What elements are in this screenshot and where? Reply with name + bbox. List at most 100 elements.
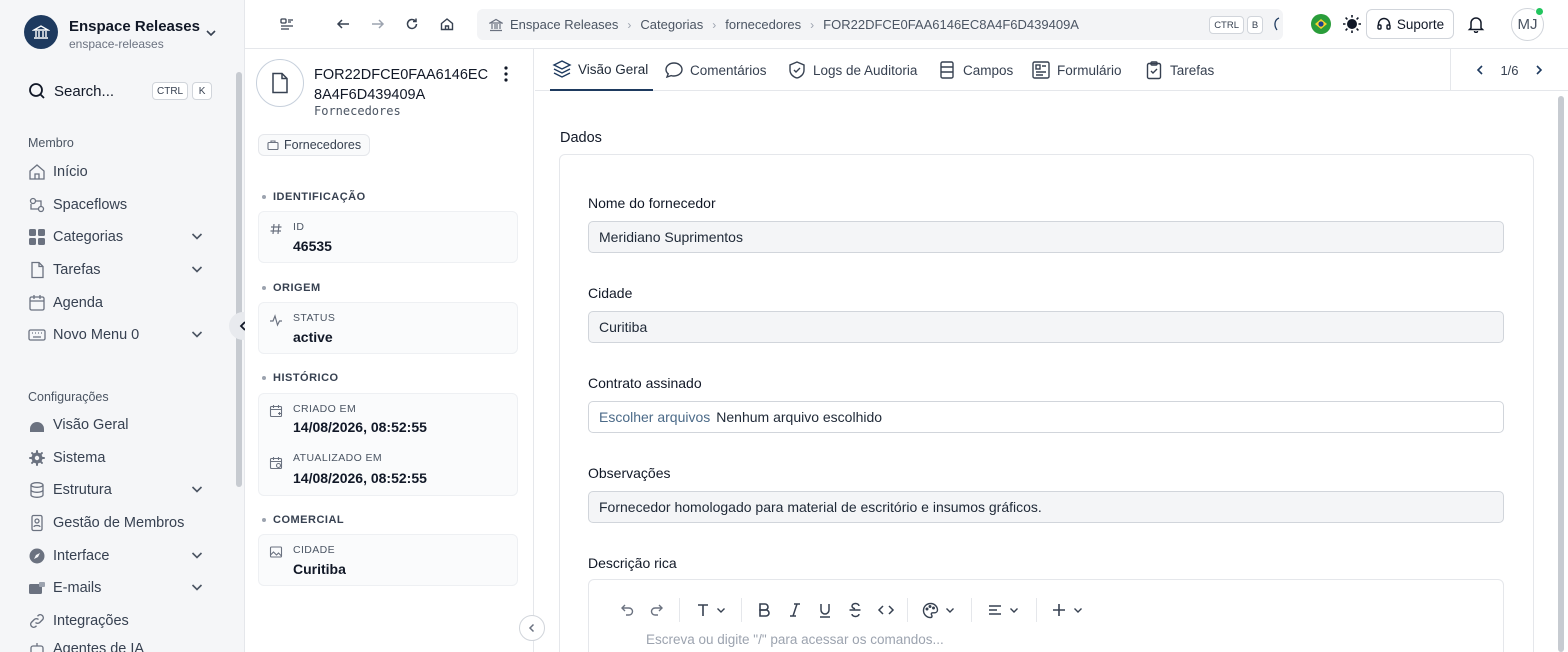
tab-comentarios[interactable]: Comentários <box>664 49 767 91</box>
underline-icon[interactable] <box>816 598 834 622</box>
chevron-down-icon <box>716 605 726 615</box>
record-menu-kebab-icon[interactable] <box>498 65 514 83</box>
tab-visao-geral[interactable]: Visão Geral <box>550 49 653 91</box>
sidebar-item-label: Categorias <box>53 229 124 245</box>
support-button[interactable]: Suporte <box>1366 9 1454 39</box>
sidebar-item-emails[interactable]: E-mails <box>28 576 208 600</box>
search-shortcut-k: K <box>192 82 213 100</box>
sidebar-item-label: Agentes de IA <box>53 641 145 652</box>
next-record-chevron-right-icon[interactable] <box>1533 64 1545 76</box>
tab-formulario[interactable]: Formulário <box>1031 49 1122 91</box>
chevron-down-icon[interactable] <box>190 327 204 341</box>
sidebar-item-spaceflows[interactable]: Spaceflows <box>28 193 208 217</box>
city-input[interactable]: Curitiba <box>588 311 1504 343</box>
bold-icon[interactable] <box>755 598 773 622</box>
sidebar-item-integracoes[interactable]: Integrações <box>28 609 208 633</box>
comment-icon <box>664 60 684 80</box>
toolbar-divider <box>971 598 972 622</box>
sidebar-item-tarefas[interactable]: Tarefas <box>28 258 208 282</box>
breadcrumb-item[interactable]: Categorias <box>640 17 703 32</box>
sidebar-item-estrutura[interactable]: Estrutura <box>28 478 208 502</box>
field-value: 14/08/2026, 08:52:55 <box>293 419 427 435</box>
breadcrumb-item[interactable]: Enspace Releases <box>510 17 618 32</box>
field-key: CRIADO EM <box>293 403 357 415</box>
database-icon <box>28 481 46 499</box>
notifications-bell-icon[interactable] <box>1467 15 1485 33</box>
contract-file-input[interactable]: Escolher arquivos Nenhum arquivo escolhi… <box>588 401 1504 433</box>
layout-icon <box>280 18 293 30</box>
italic-icon[interactable] <box>786 598 804 622</box>
sidebar-item-visao-geral[interactable]: Visão Geral <box>28 413 208 437</box>
field-value: 14/08/2026, 08:52:55 <box>293 470 427 486</box>
sidebar-item-label: Novo Menu 0 <box>53 327 140 343</box>
tab-campos[interactable]: Campos <box>937 49 1013 91</box>
sidebar-item-label: Gestão de Membros <box>53 515 185 531</box>
sidebar-search[interactable]: Search... CTRL K <box>28 80 213 102</box>
sidebar-item-inicio[interactable]: Início <box>28 160 208 184</box>
calendar-plus-icon <box>269 404 283 418</box>
search-label: Search... <box>54 82 115 100</box>
forward-button[interactable] <box>367 13 389 35</box>
record-title: FOR22DFCE0FAA6146EC8A4F6D439409A <box>314 67 489 103</box>
tab-tarefas[interactable]: Tarefas <box>1144 49 1214 91</box>
field-value: Curitiba <box>293 561 346 577</box>
language-flag-icon[interactable] <box>1311 14 1331 34</box>
sidebar-section-member: Membro <box>28 136 74 150</box>
sidebar-item-sistema[interactable]: Sistema <box>28 446 208 470</box>
color-dropdown[interactable] <box>918 598 958 622</box>
org-logo <box>24 15 58 49</box>
align-dropdown[interactable] <box>983 598 1023 622</box>
undo-icon[interactable] <box>618 598 636 622</box>
chevron-down-icon[interactable] <box>190 482 204 496</box>
sidebar-item-interface[interactable]: Interface <box>28 544 208 568</box>
sidebar-item-agenda[interactable]: Agenda <box>28 291 208 315</box>
field-label: Descrição rica <box>588 555 677 571</box>
text-style-dropdown[interactable] <box>691 598 729 622</box>
sidebar-item-label: Tarefas <box>53 262 101 278</box>
tab-label: Tarefas <box>1170 62 1215 78</box>
home-button[interactable] <box>436 13 458 35</box>
tab-logs-auditoria[interactable]: Logs de Auditoria <box>787 49 917 91</box>
detail-panel-collapse-button[interactable] <box>519 615 545 641</box>
field-key: CIDADE <box>293 544 336 556</box>
previous-record-chevron-left-icon[interactable] <box>1474 64 1486 76</box>
code-icon[interactable] <box>876 598 896 622</box>
field-card-id: ID 46535 <box>258 211 518 263</box>
sidebar-item-label: E-mails <box>53 580 102 596</box>
org-switcher-chevron-icon[interactable] <box>204 26 218 40</box>
sidebar-item-gestao-membros[interactable]: Gestão de Membros <box>28 511 208 535</box>
chevron-down-icon[interactable] <box>190 262 204 276</box>
pager-text: 1/6 <box>1500 62 1519 78</box>
breadcrumb-item[interactable]: fornecedores <box>725 17 801 32</box>
record-category-tag[interactable]: Fornecedores <box>258 134 371 156</box>
chevron-down-icon[interactable] <box>190 548 204 562</box>
reload-button[interactable] <box>401 13 423 35</box>
chevron-left-icon <box>528 623 535 633</box>
theme-toggle-sun-icon[interactable] <box>1342 14 1362 34</box>
supplier-name-input[interactable]: Meridiano Suprimentos <box>588 221 1504 253</box>
choose-files-button[interactable]: Escolher arquivos <box>599 409 710 425</box>
toggle-layout-button[interactable] <box>276 13 298 35</box>
link-icon <box>28 612 46 630</box>
mail-icon <box>28 579 46 597</box>
plus-icon <box>1052 603 1066 617</box>
sidebar-scrollbar-thumb[interactable] <box>236 72 242 487</box>
back-button[interactable] <box>332 13 354 35</box>
sidebar-item-novo-menu[interactable]: Novo Menu 0 <box>28 323 208 347</box>
toolbar-divider <box>679 598 680 622</box>
tag-label: Fornecedores <box>284 138 362 152</box>
org-name[interactable]: Enspace Releases <box>69 18 200 35</box>
insert-dropdown[interactable] <box>1048 598 1086 622</box>
strikethrough-icon[interactable] <box>846 598 864 622</box>
grid-icon <box>28 228 46 246</box>
editor-placeholder: Escreva ou digite "/" para acessar os co… <box>646 632 944 647</box>
redo-icon[interactable] <box>648 598 666 622</box>
chevron-down-icon[interactable] <box>190 580 204 594</box>
sidebar-item-categorias[interactable]: Categorias <box>28 225 208 249</box>
main-scrollbar[interactable] <box>1558 96 1564 652</box>
sidebar-item-agentes-ia[interactable]: Agentes de IA <box>28 641 208 652</box>
chevron-down-icon[interactable] <box>190 229 204 243</box>
badge-icon <box>28 514 46 532</box>
notes-input[interactable]: Fornecedor homologado para material de e… <box>588 491 1504 523</box>
toolbar-divider <box>1036 598 1037 622</box>
